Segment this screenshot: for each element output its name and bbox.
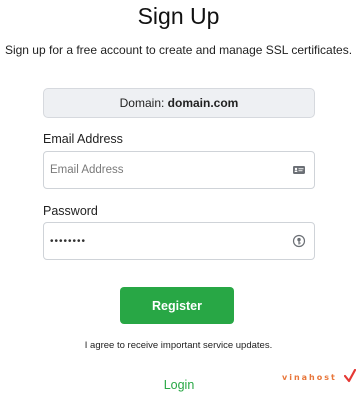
checkmark-logo-icon bbox=[344, 369, 356, 383]
register-button[interactable]: Register bbox=[120, 287, 234, 324]
domain-info-box: Domain: domain.com bbox=[43, 88, 315, 118]
page-title: Sign Up bbox=[137, 3, 220, 29]
contact-card-icon[interactable] bbox=[292, 163, 306, 177]
domain-value: domain.com bbox=[167, 96, 239, 110]
login-link[interactable]: Login bbox=[154, 377, 204, 393]
service-updates-consent-text: I agree to receive important service upd… bbox=[84, 340, 273, 351]
password-input[interactable] bbox=[44, 223, 284, 259]
domain-label: Domain: bbox=[119, 96, 168, 110]
watermark-text: vinahost bbox=[282, 373, 337, 382]
password-label: Password bbox=[43, 204, 98, 218]
email-field-wrapper bbox=[43, 151, 315, 189]
password-manager-key-icon[interactable] bbox=[292, 234, 306, 248]
page-subtitle: Sign up for a free account to create and… bbox=[4, 43, 353, 57]
email-input[interactable] bbox=[44, 152, 284, 188]
email-label: Email Address bbox=[43, 132, 123, 146]
password-field-wrapper bbox=[43, 222, 315, 260]
